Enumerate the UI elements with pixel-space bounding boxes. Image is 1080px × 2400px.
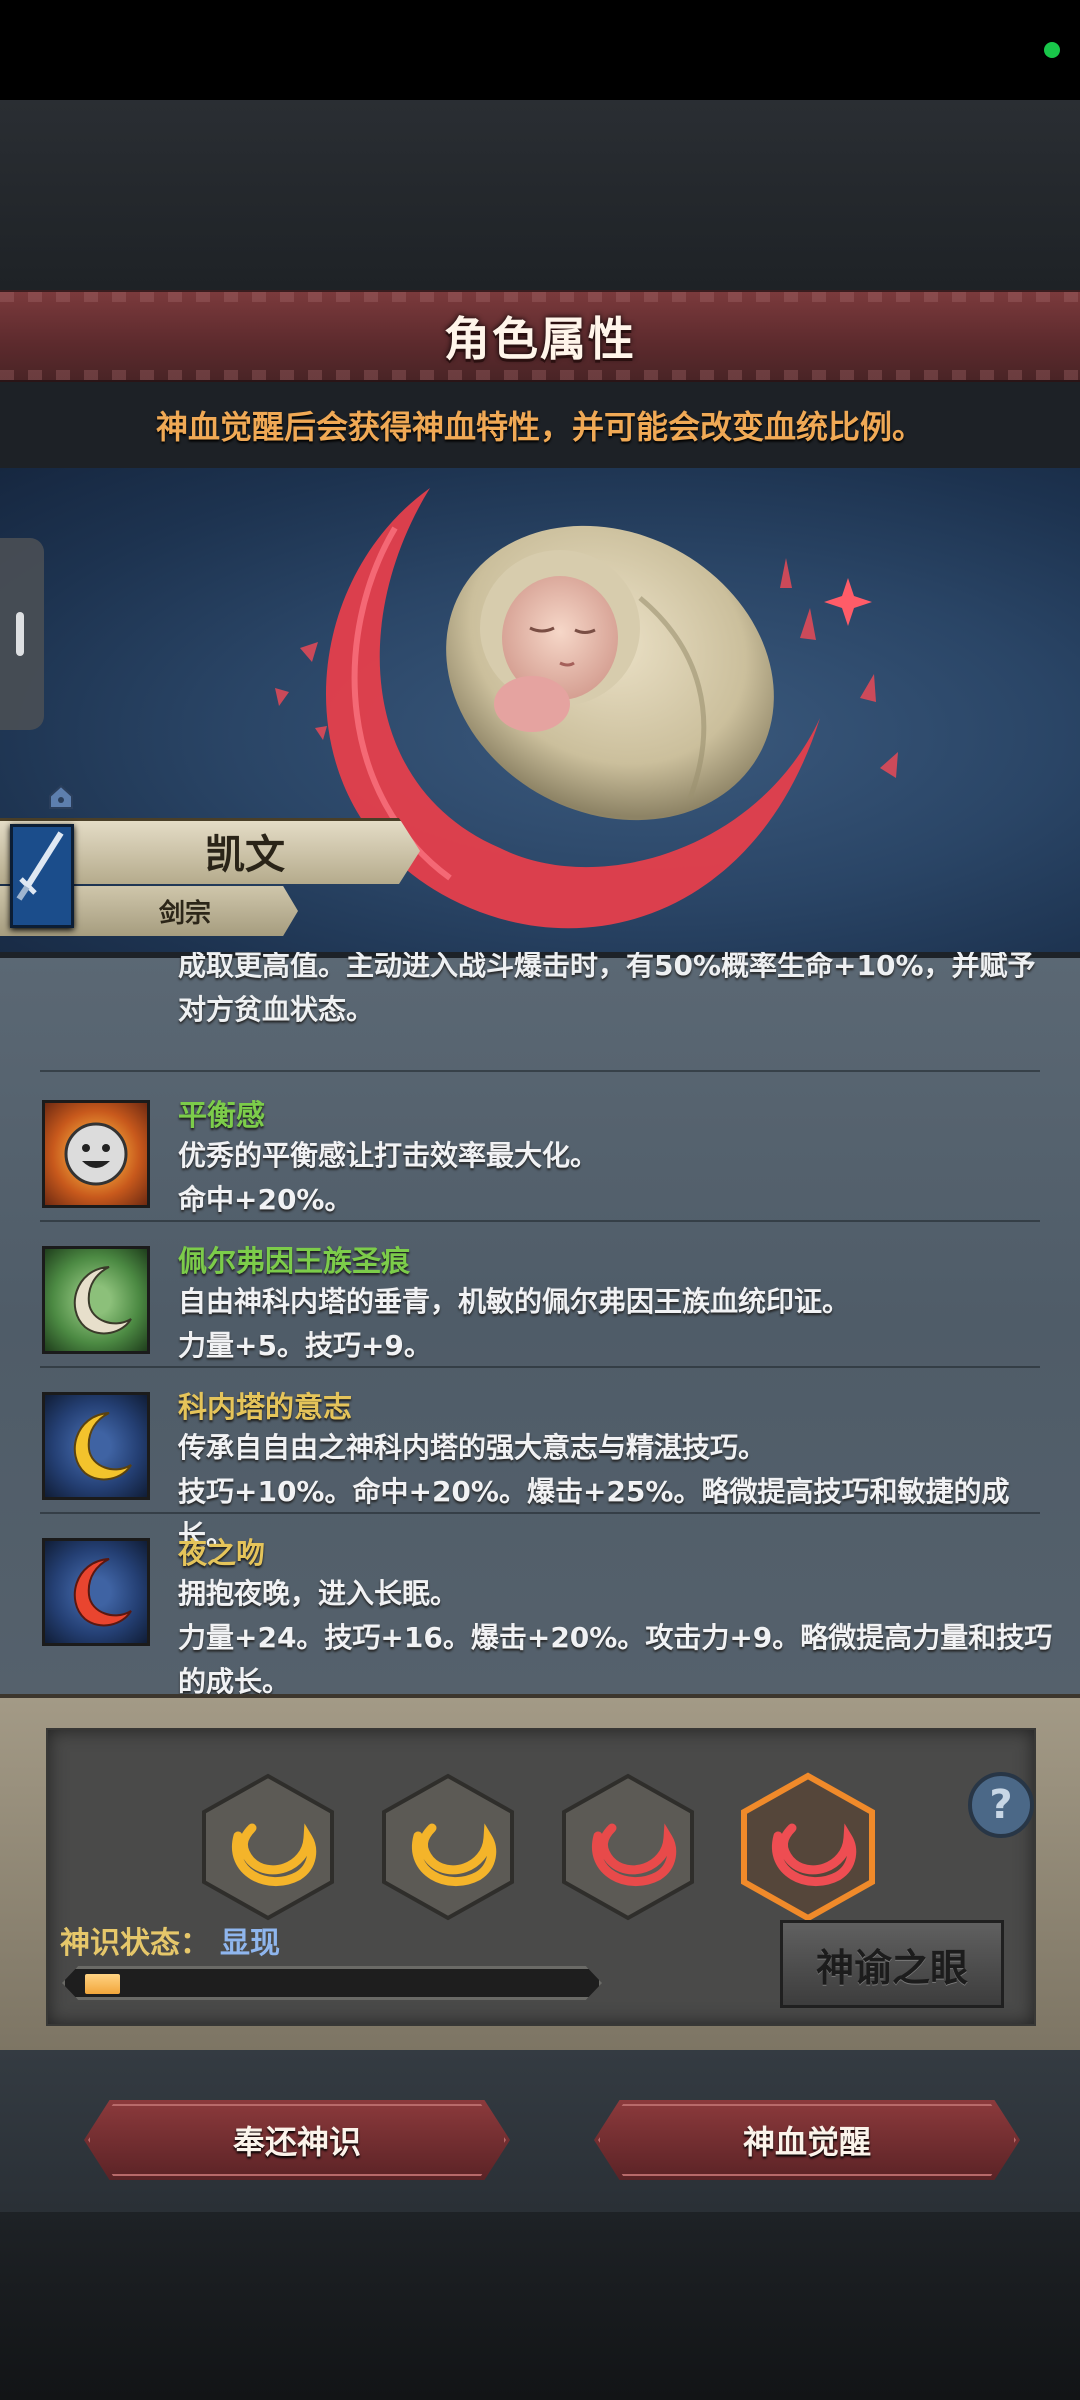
white-crescent-icon — [42, 1246, 150, 1354]
gold-crescent-icon — [202, 1773, 334, 1921]
divine-slot-1[interactable] — [198, 1772, 338, 1922]
awareness-state-value: 显现 — [220, 1926, 280, 1961]
help-button[interactable]: ? — [968, 1772, 1034, 1838]
gold-crescent-icon — [382, 1773, 514, 1921]
oracle-eye-button[interactable]: 神谕之眼 — [780, 1920, 1004, 2008]
trait-desc-line: 优秀的平衡感让打击效率最大化。 命中+20%。 — [178, 1139, 599, 1216]
smiley-sun-icon — [42, 1100, 150, 1208]
footer-bar: 奉还神识 神血觉醒 — [0, 2050, 1080, 2212]
return-divinity-label: 奉还神识 — [232, 2123, 361, 2161]
notice-bar: 神血觉醒后会获得神血特性，并可能会改变血统比例。 — [0, 382, 1080, 468]
divine-slot-4-selected[interactable] — [738, 1772, 878, 1922]
status-bar — [0, 0, 1080, 100]
notice-text: 神血觉醒后会获得神血特性，并可能会改变血统比例。 — [155, 408, 924, 446]
blood-awaken-button[interactable]: 神血觉醒 — [594, 2100, 1020, 2180]
trait-desc-line: 拥抱夜晚，进入长眠。 力量+24。技巧+16。爆击+20%。攻击力+9。略微提高… — [178, 1577, 1053, 1694]
red-crescent-icon — [42, 1538, 150, 1646]
trait-desc: 优秀的平衡感让打击效率最大化。 命中+20%。 — [178, 1134, 1058, 1222]
trait-item[interactable]: 科内塔的意志 传承自自由之神科内塔的强大意志与精湛技巧。 技巧+10%。命中+2… — [0, 1378, 1080, 1552]
divine-panel: ? 神识状态： 显现 神谕之眼 — [0, 1694, 1080, 2050]
side-drawer-handle[interactable] — [0, 538, 44, 730]
trait-desc: 自由神科内塔的垂青，机敏的佩尔弗因王族血统印证。 力量+5。技巧+9。 — [178, 1280, 1058, 1368]
awareness-state: 神识状态： 显现 — [60, 1918, 280, 1962]
awareness-progress-bar — [62, 1966, 602, 2000]
trait-name: 夜之吻 — [178, 1536, 266, 1570]
class-badge — [10, 824, 74, 928]
trait-desc: 拥抱夜晚，进入长眠。 力量+24。技巧+16。爆击+20%。攻击力+9。略微提高… — [178, 1572, 1058, 1694]
trait-item[interactable]: 佩尔弗因王族圣痕 自由神科内塔的垂青，机敏的佩尔弗因王族血统印证。 力量+5。技… — [0, 1232, 1080, 1378]
privacy-indicator-icon — [1044, 42, 1060, 58]
divider — [40, 1070, 1040, 1072]
sword-icon — [16, 831, 64, 901]
page-title: 角色属性 — [444, 312, 636, 366]
yellow-crescent-icon — [42, 1392, 150, 1500]
divine-slot-2[interactable] — [378, 1772, 518, 1922]
trait-item[interactable]: 平衡感 优秀的平衡感让打击效率最大化。 命中+20%。 — [0, 1086, 1080, 1232]
backdrop — [0, 100, 1080, 290]
trait-item[interactable]: 夜之吻 拥抱夜晚，进入长眠。 力量+24。技巧+16。爆击+20%。攻击力+9。… — [0, 1524, 1080, 1694]
red-crescent-icon — [562, 1773, 694, 1921]
backdrop-bottom — [0, 2212, 1080, 2400]
trait-name: 平衡感 — [178, 1098, 266, 1132]
trait-partial-text: 成取更高值。主动进入战斗爆击时，有50%概率生命+10%，并赋予对方贫血状态。 — [178, 952, 1036, 1026]
return-divinity-button[interactable]: 奉还神识 — [84, 2100, 510, 2180]
divider — [40, 1220, 1040, 1222]
title-bar: 角色属性 — [0, 290, 1080, 382]
blood-awaken-label: 神血觉醒 — [742, 2123, 871, 2161]
character-class: 剑宗 — [158, 898, 211, 929]
red-crescent-icon — [741, 1772, 875, 1922]
divider — [40, 1512, 1040, 1514]
trait-desc-line: 自由神科内塔的垂青，机敏的佩尔弗因王族血统印证。 力量+5。技巧+9。 — [178, 1285, 851, 1362]
divider — [40, 1366, 1040, 1368]
trait-list[interactable]: 成取更高值。主动进入战斗爆击时，有50%概率生命+10%，并赋予对方贫血状态。 … — [0, 952, 1080, 1694]
trait-name: 科内塔的意志 — [178, 1390, 353, 1424]
awareness-progress-fill — [85, 1974, 120, 1994]
home-icon — [49, 784, 73, 809]
drawer-grip-icon — [16, 612, 24, 656]
awareness-state-label: 神识状态： — [60, 1926, 210, 1961]
character-name: 凯文 — [205, 832, 285, 878]
divine-slot-3[interactable] — [558, 1772, 698, 1922]
trait-name: 佩尔弗因王族圣痕 — [178, 1244, 411, 1278]
divine-panel-inner: ? 神识状态： 显现 神谕之眼 — [46, 1728, 1036, 2026]
